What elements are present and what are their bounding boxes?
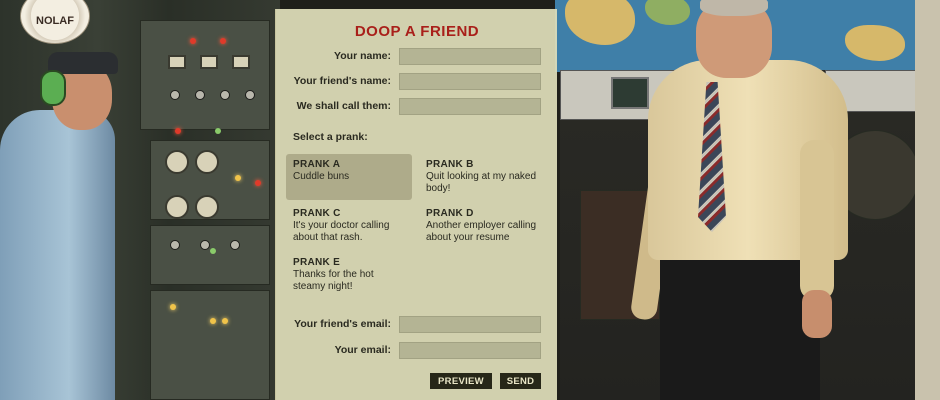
prank-c-description: It's your doctor calling about that rash…: [293, 220, 390, 243]
your-email-input[interactable]: [399, 342, 541, 359]
friend-email-label: Your friend's email:: [294, 318, 391, 330]
friend-email-input[interactable]: [399, 316, 541, 333]
prank-d-description: Another employer calling about your resu…: [426, 220, 537, 243]
prank-a-option[interactable]: PRANK A Cuddle buns: [286, 154, 412, 200]
prank-d-option[interactable]: PRANK D Another employer calling about y…: [419, 203, 545, 249]
prank-e-option[interactable]: PRANK E Thanks for the hot steamy night!: [286, 252, 412, 298]
friend-email-row: Your friend's email:: [276, 316, 558, 334]
call-them-row: We shall call them:: [276, 98, 558, 116]
prank-b-description: Quit looking at my naked body!: [426, 171, 537, 194]
select-prank-label: Select a prank:: [293, 131, 368, 143]
person-left: [0, 110, 115, 400]
prank-d-heading: PRANK D: [426, 208, 474, 219]
preview-button[interactable]: PREVIEW: [430, 373, 492, 389]
your-email-label: Your email:: [334, 344, 391, 356]
send-button[interactable]: SEND: [500, 373, 541, 389]
friend-name-input[interactable]: [399, 73, 541, 90]
prank-e-heading: PRANK E: [293, 257, 341, 268]
prank-b-option[interactable]: PRANK B Quit looking at my naked body!: [419, 154, 545, 200]
friend-name-label: Your friend's name:: [293, 75, 391, 87]
call-them-input[interactable]: [399, 98, 541, 115]
your-name-row: Your name:: [276, 48, 558, 66]
prank-c-option[interactable]: PRANK C It's your doctor calling about t…: [286, 203, 412, 249]
doop-a-friend-form: DOOP A FRIEND Your name: Your friend's n…: [275, 9, 557, 400]
your-email-row: Your email:: [276, 342, 558, 360]
prank-e-description: Thanks for the hot steamy night!: [293, 269, 374, 292]
logo-text: NOLAF: [36, 15, 74, 27]
friend-name-row: Your friend's name:: [276, 73, 558, 91]
prank-b-heading: PRANK B: [426, 159, 474, 170]
your-name-label: Your name:: [334, 50, 391, 62]
your-name-input[interactable]: [399, 48, 541, 65]
form-title: DOOP A FRIEND: [354, 23, 480, 40]
call-them-label: We shall call them:: [296, 100, 391, 112]
prank-a-heading: PRANK A: [293, 159, 341, 170]
headset: [40, 70, 66, 106]
prank-a-description: Cuddle buns: [293, 171, 350, 182]
prank-c-heading: PRANK C: [293, 208, 341, 219]
